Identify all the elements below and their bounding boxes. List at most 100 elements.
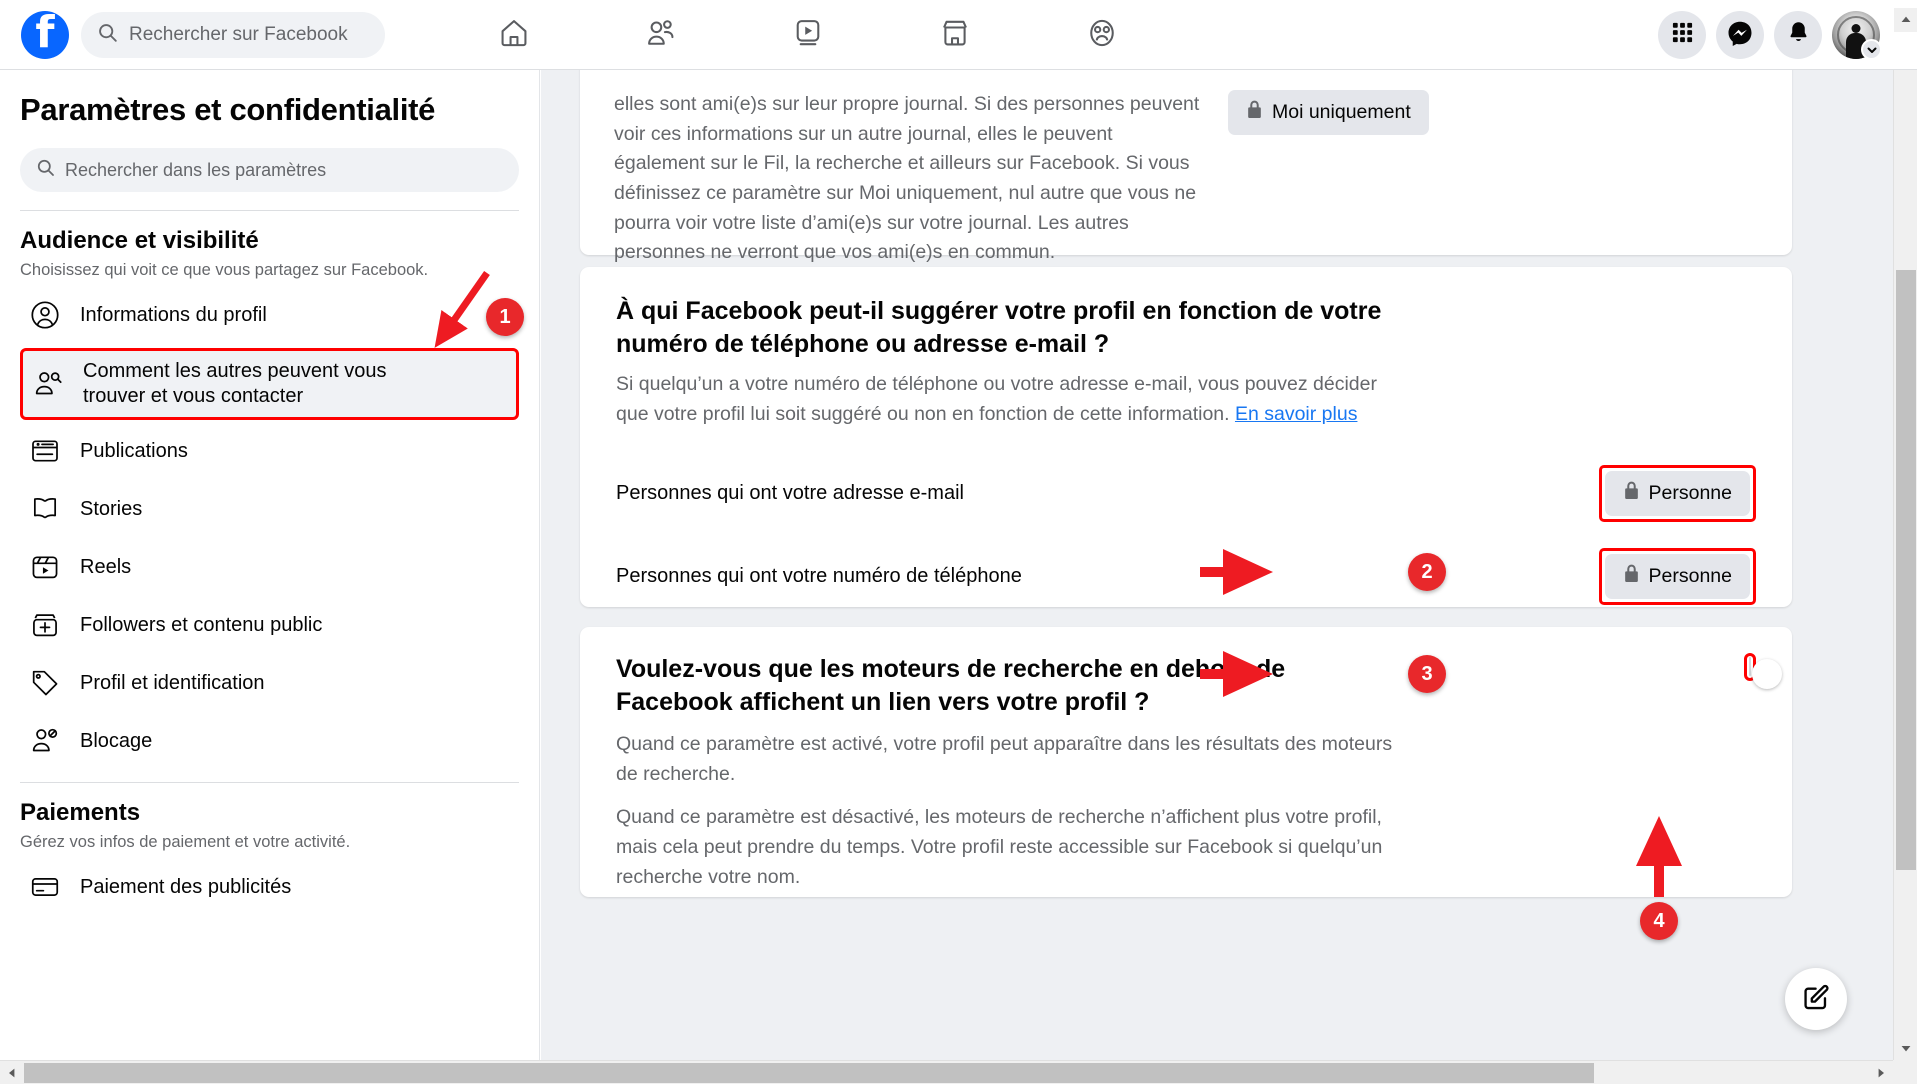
friends-audience-button[interactable]: Moi uniquement <box>1228 90 1429 135</box>
row-phone-audience: Personnes qui ont votre numéro de téléph… <box>616 548 1756 606</box>
sidebar-list-payments: Paiement des publicités <box>20 860 519 914</box>
profile-circle-icon <box>28 300 62 330</box>
followers-plus-icon <box>28 610 62 640</box>
email-audience-button[interactable]: Personne <box>1604 471 1750 517</box>
section-title-audience: Audience et visibilité <box>20 227 259 254</box>
lock-icon <box>1246 100 1263 125</box>
menu-grid-button[interactable] <box>1658 11 1706 59</box>
find-contact-icon <box>31 369 65 399</box>
tag-icon <box>28 668 62 698</box>
sidebar-item-label: Reels <box>80 555 132 578</box>
sidebar-item-blocage[interactable]: Blocage <box>20 714 519 768</box>
sidebar-item-label: Paiement des publicités <box>80 875 292 898</box>
section-title-paiements: Paiements <box>20 799 141 826</box>
messenger-icon <box>1727 20 1753 51</box>
search-engine-link-toggle[interactable] <box>1749 657 1782 689</box>
sidebar-divider-top <box>20 210 519 211</box>
sidebar-item-label: Publications <box>80 439 188 462</box>
annotation-marker-2: 2 <box>1408 553 1446 591</box>
sidebar-item-label: Followers et contenu public <box>80 613 323 636</box>
annotation-marker-3: 3 <box>1408 655 1446 693</box>
facebook-logo-icon[interactable]: f <box>21 10 69 59</box>
notifications-bell-icon <box>1786 20 1811 50</box>
profile-suggestions-description: Si quelqu’un a votre numéro de téléphone… <box>616 370 1406 429</box>
sidebar-item-followers[interactable]: Followers et contenu public <box>20 598 519 652</box>
section-subtitle-audience: Choisissez qui voit ce que vous partagez… <box>20 261 429 279</box>
annotation-marker-4: 4 <box>1640 902 1678 940</box>
annotation-marker-1: 1 <box>486 298 524 336</box>
sidebar-item-label: Comment les autres peuvent vous trouver … <box>83 360 387 407</box>
video-icon <box>792 17 824 54</box>
groups-icon <box>1086 17 1118 54</box>
compose-button[interactable] <box>1785 968 1847 1030</box>
sidebar-item-profil-et-identification[interactable]: Profil et identification <box>20 656 519 710</box>
sidebar-item-comment-les-autres[interactable]: Comment les autres peuvent vous trouver … <box>20 348 519 420</box>
nav-home[interactable] <box>440 0 587 70</box>
reels-icon <box>28 552 62 582</box>
sidebar-item-label: Blocage <box>80 729 153 752</box>
friends-audience-control: Moi uniquement <box>1228 70 1429 135</box>
search-engine-paragraph-1: Quand ce paramètre est activé, votre pro… <box>616 733 1393 785</box>
sidebar-item-reels[interactable]: Reels <box>20 540 519 594</box>
home-icon <box>498 17 530 54</box>
top-nav-icon-group <box>440 0 1175 70</box>
vertical-scrollbar[interactable] <box>1893 8 1917 1060</box>
sidebar-item-label: Stories <box>80 497 143 520</box>
sidebar-item-stories[interactable]: Stories <box>20 482 519 536</box>
scrollbar-corner <box>1893 1060 1917 1084</box>
friends-list-description: elles sont ami(e)s sur leur propre journ… <box>614 93 1200 264</box>
scroll-left-arrow-icon[interactable] <box>0 1061 24 1084</box>
scroll-up-arrow-icon[interactable] <box>1894 8 1917 32</box>
card-friends-list-audience: elles sont ami(e)s sur leur propre journ… <box>580 70 1792 263</box>
search-icon <box>36 158 55 182</box>
messenger-button[interactable] <box>1716 11 1764 59</box>
facebook-search-input[interactable]: Rechercher sur Facebook <box>81 11 385 58</box>
learn-more-link[interactable]: En savoir plus <box>1235 403 1357 425</box>
row-email-audience: Personnes qui ont votre adresse e-mail P… <box>616 465 1756 523</box>
nav-video[interactable] <box>734 0 881 70</box>
horizontal-scrollbar[interactable] <box>0 1060 1917 1084</box>
menu-grid-icon <box>1671 21 1694 49</box>
vertical-scrollbar-thumb[interactable] <box>1896 270 1916 870</box>
sidebar-item-label: Informations du profil <box>80 303 267 326</box>
sidebar-list-audience: Informations du profil Comment les autre… <box>20 288 519 768</box>
section-subtitle-paiements: Gérez vos infos de paiement et votre act… <box>20 833 351 851</box>
sidebar-item-paiement-des-publicites[interactable]: Paiement des publicités <box>20 860 519 914</box>
scroll-right-arrow-icon[interactable] <box>1869 1061 1893 1084</box>
facebook-search-placeholder: Rechercher sur Facebook <box>129 23 348 45</box>
search-engine-paragraph-2: Quand ce paramètre est désactivé, les mo… <box>616 806 1383 888</box>
chevron-down-icon[interactable] <box>1861 39 1882 60</box>
nav-friends[interactable] <box>587 0 734 70</box>
profile-suggestions-heading: À qui Facebook peut-il suggérer votre pr… <box>616 297 1382 358</box>
sidebar-item-publications[interactable]: Publications <box>20 424 519 478</box>
search-engine-toggle-highlight <box>1744 653 1782 689</box>
browser-page: f Rechercher sur Facebook Paramètres et … <box>0 0 1917 1084</box>
card-profile-suggestions: À qui Facebook peut-il suggérer votre pr… <box>580 267 1792 607</box>
email-audience-button-label: Personne <box>1648 482 1732 505</box>
sidebar-item-informations-du-profil[interactable]: Informations du profil <box>20 288 519 342</box>
lock-icon <box>1623 481 1640 506</box>
phone-audience-button-label: Personne <box>1648 565 1732 588</box>
notifications-button[interactable] <box>1774 11 1822 59</box>
top-nav-actions <box>1658 0 1882 70</box>
scroll-down-arrow-icon[interactable] <box>1894 1036 1917 1060</box>
nav-marketplace[interactable] <box>881 0 1028 70</box>
settings-search-input[interactable]: Rechercher dans les paramètres <box>20 148 519 192</box>
friends-icon <box>645 17 677 54</box>
search-icon <box>97 22 118 48</box>
marketplace-icon <box>939 17 971 54</box>
nav-groups[interactable] <box>1028 0 1175 70</box>
settings-sidebar: Paramètres et confidentialité Rechercher… <box>0 70 540 1060</box>
card-search-engine-link: Voulez-vous que les moteurs de recherche… <box>580 627 1792 897</box>
settings-search-placeholder: Rechercher dans les paramètres <box>65 159 327 180</box>
phone-audience-highlight: Personne <box>1598 548 1756 606</box>
search-engine-heading: Voulez-vous que les moteurs de recherche… <box>616 655 1286 716</box>
page-title: Paramètres et confidentialité <box>20 92 436 127</box>
row-phone-label: Personnes qui ont votre numéro de téléph… <box>616 565 1022 588</box>
settings-main-content: elles sont ami(e)s sur leur propre journ… <box>541 70 1893 1060</box>
lock-icon <box>1623 564 1640 589</box>
horizontal-scrollbar-thumb[interactable] <box>24 1063 1594 1083</box>
account-avatar[interactable] <box>1832 11 1882 60</box>
email-audience-highlight: Personne <box>1598 465 1756 523</box>
phone-audience-button[interactable]: Personne <box>1604 554 1750 600</box>
